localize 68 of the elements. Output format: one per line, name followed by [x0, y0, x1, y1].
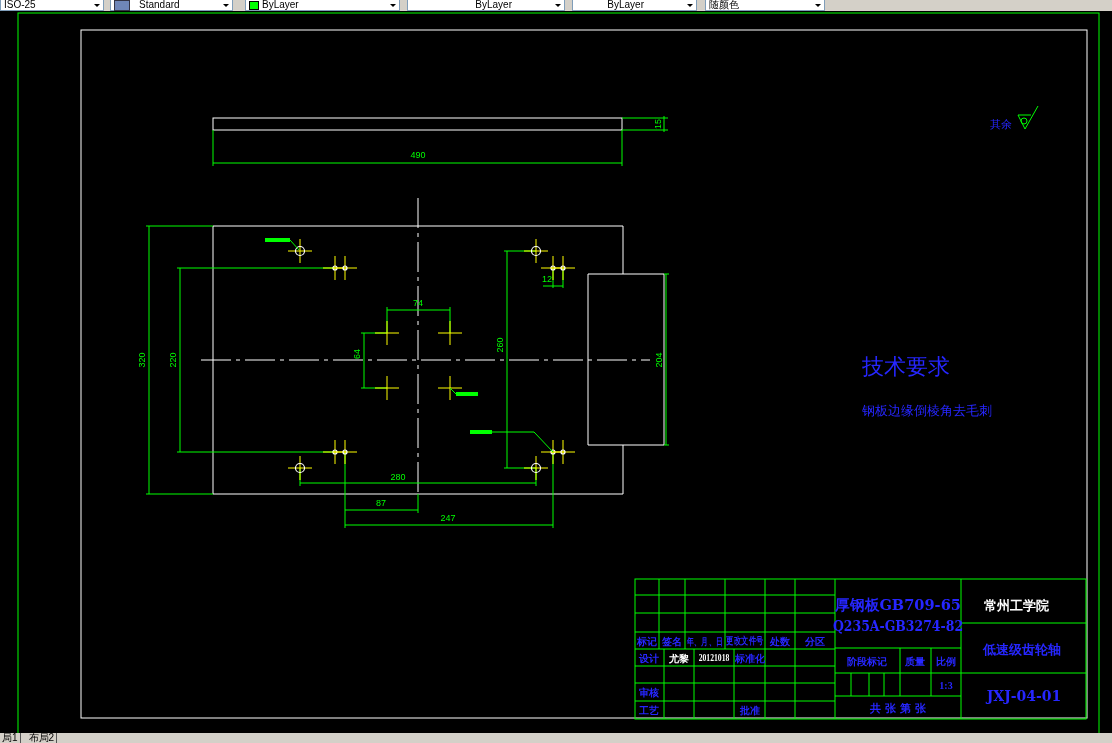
hole-mark — [437, 375, 463, 401]
title-block-label: 设计 — [639, 652, 659, 664]
dimension-text: 247 — [440, 513, 456, 523]
dimension-text: 15 — [653, 119, 663, 129]
school-name: 常州工学院 — [983, 597, 1049, 613]
layer-dropdown[interactable]: ByLayer — [407, 0, 565, 11]
material-text: 厚钢板GB709-65 — [835, 595, 961, 613]
sheet-count: 共 张 第 张 — [870, 701, 926, 715]
hole-mark — [287, 455, 313, 481]
dimension-text: 12 — [542, 274, 552, 284]
caret-icon — [223, 3, 229, 7]
hole-mark — [550, 439, 576, 465]
dimension-text: 260 — [495, 337, 505, 353]
hole-mark — [374, 375, 400, 401]
roughness-note: 其余 — [990, 117, 1012, 131]
title-block-label: 质量 — [905, 655, 925, 667]
leader-callout — [449, 387, 478, 396]
title-block-label: 年、月、日 — [687, 635, 723, 647]
layout-tab[interactable]: 布局2 — [26, 733, 58, 743]
dimension-text: 320 — [137, 352, 147, 368]
title-block-label: 标准化 — [735, 652, 765, 664]
hole-mark — [374, 320, 400, 346]
dimension-text: 220 — [168, 352, 178, 368]
table-style-icon — [114, 0, 130, 11]
title-block-label: 更改文件号 — [726, 635, 764, 647]
requirements-title: 技术要求 — [862, 353, 950, 379]
hole-mark — [550, 255, 576, 281]
caret-icon — [687, 3, 693, 7]
caret-icon — [94, 3, 100, 7]
dimension-text: 280 — [390, 472, 406, 482]
leader-callout — [265, 238, 300, 251]
title-block-label: 工艺 — [639, 704, 659, 716]
layout-tab[interactable]: 局1 — [0, 733, 21, 743]
layer-dropdown[interactable]: 随颜色 — [705, 0, 825, 11]
design-date: 20121018 — [698, 652, 730, 664]
material-text: Q235A-GB3274-82 — [832, 617, 964, 635]
scale-value: 1:3 — [939, 679, 953, 691]
drawing-number: JXJ-04-01 — [986, 688, 1062, 704]
layer-dropdown[interactable]: ByLayer — [245, 0, 400, 11]
hole-mark — [523, 455, 549, 481]
title-block-label: 批准 — [740, 704, 760, 716]
dimension-text: 204 — [654, 352, 664, 368]
layer-dropdown[interactable]: ByLayer — [572, 0, 697, 11]
caret-icon — [390, 3, 396, 7]
title-block-label: 比例 — [936, 655, 956, 667]
hole-mark — [332, 255, 358, 281]
title-block-label: 审核 — [639, 686, 659, 698]
designer-name: 尤黎 — [669, 652, 689, 664]
title-block-label: 处数 — [770, 635, 790, 647]
dimension-text: 74 — [413, 298, 423, 308]
dimension-text: 64 — [352, 349, 362, 359]
title-block-label: 阶段标记 — [847, 655, 887, 667]
title-block-label: 分区 — [805, 635, 825, 647]
layer-dropdown[interactable]: Standard — [110, 0, 233, 11]
dimension-text: 87 — [376, 498, 386, 508]
part-name: 低速级齿轮轴 — [983, 641, 1061, 657]
hole-mark — [287, 238, 313, 264]
caret-icon — [555, 3, 561, 7]
hole-mark — [437, 320, 463, 346]
title-block-label: 签名 — [662, 635, 682, 647]
layer-dropdown[interactable]: ISO-25 — [0, 0, 104, 11]
caret-icon — [815, 3, 821, 7]
dimension-text: 490 — [410, 150, 426, 160]
surface-roughness-icon — [1017, 105, 1039, 130]
hole-mark — [523, 238, 549, 264]
hole-mark — [332, 439, 358, 465]
title-block-label: 标记 — [637, 635, 657, 647]
requirement-text: 钢板边缘倒棱角去毛刺 — [862, 402, 992, 418]
